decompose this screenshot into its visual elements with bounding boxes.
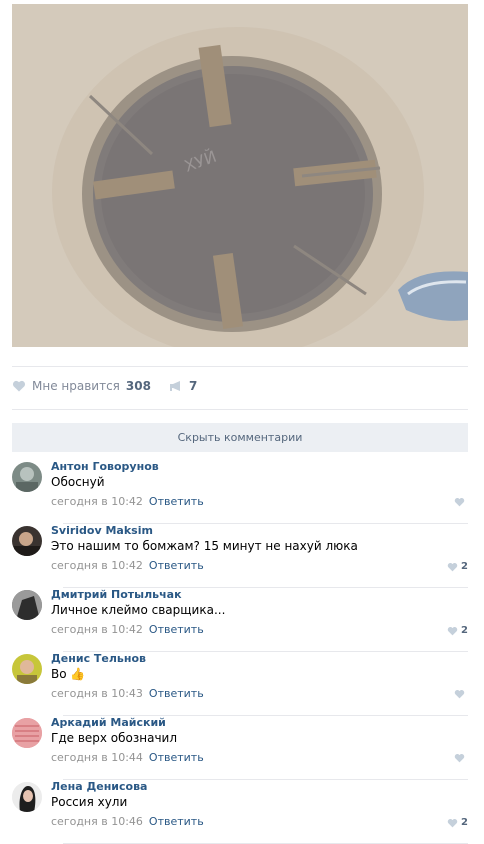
comment-text: Личное клеймо сварщика... (51, 603, 226, 617)
comment-like-count: 2 (461, 625, 468, 636)
comment-author[interactable]: Дмитрий Потыльчак (51, 588, 182, 601)
reply-button[interactable]: Ответить (149, 559, 204, 572)
comment-time[interactable]: сегодня в 10:44 (51, 751, 143, 764)
comment-meta: сегодня в 10:42 Ответить (51, 623, 204, 636)
comment-time[interactable]: сегодня в 10:42 (51, 495, 143, 508)
heart-icon (454, 690, 465, 699)
heart-icon (12, 380, 26, 392)
like-label: Мне нравится (32, 379, 120, 393)
comment-like-button[interactable] (454, 497, 468, 507)
comment-meta: сегодня в 10:46 Ответить (51, 815, 204, 828)
comment-time[interactable]: сегодня в 10:46 (51, 815, 143, 828)
reply-button[interactable]: Ответить (149, 815, 204, 828)
comment-text: Обоснуй (51, 475, 105, 489)
megaphone-icon (169, 381, 180, 391)
like-count: 308 (125, 379, 151, 393)
avatar[interactable] (12, 590, 42, 620)
comment: Sviridov Maksim Это нашим то бомжам? 15 … (12, 524, 468, 588)
comment-like-button[interactable] (454, 689, 468, 699)
comment-author[interactable]: Аркадий Майский (51, 716, 166, 729)
comment-author[interactable]: Антон Говорунов (51, 460, 159, 473)
comment-like-button[interactable]: 2 (447, 561, 468, 572)
comment-meta: сегодня в 10:42 Ответить (51, 559, 204, 572)
heart-icon (454, 754, 465, 763)
reply-button[interactable]: Ответить (149, 495, 204, 508)
comment-author[interactable]: Sviridov Maksim (51, 524, 153, 537)
comment-text: Где верх обозначил (51, 731, 178, 745)
share-count: 7 (188, 379, 198, 393)
comment-author[interactable]: Денис Тельнов (51, 652, 146, 665)
divider (12, 409, 468, 410)
share-button[interactable]: 7 (169, 379, 197, 393)
manhole-photo: ХУЙ (12, 4, 468, 347)
divider (12, 366, 468, 367)
comment-meta: сегодня в 10:42 Ответить (51, 495, 204, 508)
comment-like-button[interactable] (454, 753, 468, 763)
post-photo[interactable]: ХУЙ (12, 4, 468, 347)
reply-button[interactable]: Ответить (149, 687, 204, 700)
hide-comments-button[interactable]: Скрыть комментарии (12, 423, 468, 452)
avatar[interactable] (12, 782, 42, 812)
heart-icon (447, 818, 458, 827)
comment-time[interactable]: сегодня в 10:43 (51, 687, 143, 700)
reply-button[interactable]: Ответить (149, 751, 204, 764)
comment: Денис Тельнов Во 👍 сегодня в 10:43 Ответи… (12, 652, 468, 716)
comment-like-count: 2 (461, 561, 468, 572)
avatar[interactable] (12, 718, 42, 748)
comment: Аркадий Майский Где верх обозначил сегод… (12, 716, 468, 780)
like-button[interactable]: Мне нравится 308 (12, 379, 151, 393)
post-actions: Мне нравится 308 7 (12, 374, 468, 398)
comment-like-count: 2 (461, 817, 468, 828)
comment: Дмитрий Потыльчак Личное клеймо сварщика… (12, 588, 468, 652)
avatar[interactable] (12, 526, 42, 556)
avatar[interactable] (12, 462, 42, 492)
comment-meta: сегодня в 10:43 Ответить (51, 687, 204, 700)
comment: Лена Денисова Россия хули сегодня в 10:4… (12, 780, 468, 844)
comment-text: Это нашим то бомжам? 15 минут не нахуй л… (51, 539, 358, 553)
heart-icon (454, 498, 465, 507)
comment-author[interactable]: Лена Денисова (51, 780, 147, 793)
comment-text: Во 👍 (51, 667, 86, 681)
comment: Антон Говорунов Обоснуй сегодня в 10:42 О… (12, 460, 468, 524)
comment-like-button[interactable]: 2 (447, 625, 468, 636)
thumbs-up-emoji: 👍 (70, 667, 86, 681)
comment-like-button[interactable]: 2 (447, 817, 468, 828)
comment-text: Россия хули (51, 795, 128, 809)
heart-icon (447, 626, 458, 635)
comment-time[interactable]: сегодня в 10:42 (51, 559, 143, 572)
heart-icon (447, 562, 458, 571)
avatar[interactable] (12, 654, 42, 684)
reply-button[interactable]: Ответить (149, 623, 204, 636)
comment-time[interactable]: сегодня в 10:42 (51, 623, 143, 636)
comment-meta: сегодня в 10:44 Ответить (51, 751, 204, 764)
